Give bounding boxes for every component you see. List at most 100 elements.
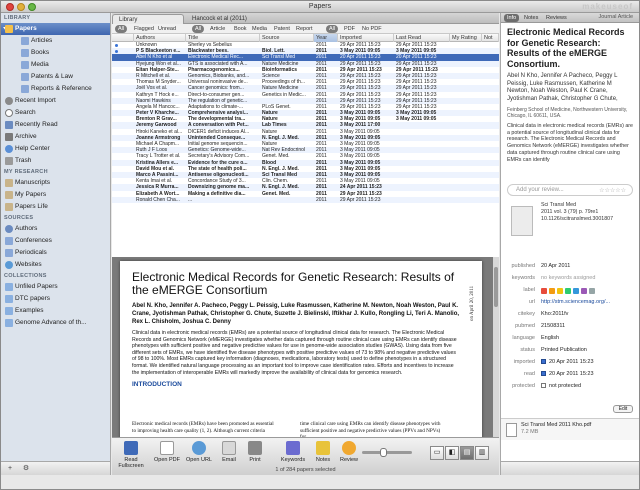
view-pdf-button[interactable]: ▤ <box>460 446 474 460</box>
tab-info[interactable]: Info <box>504 14 520 22</box>
attached-file[interactable]: Sci Transl Med 2011 Kho.pdf 7.2 MB <box>501 418 639 440</box>
filter-report[interactable]: Report <box>296 25 313 33</box>
sidebar-item-examples[interactable]: Examples <box>1 305 110 317</box>
label-orange[interactable] <box>549 288 555 294</box>
sidebar-item-media[interactable]: Media <box>1 59 110 71</box>
filter-article[interactable]: Article <box>210 25 225 33</box>
sidebar-item-archive[interactable]: Archive <box>1 131 110 143</box>
tab-reviews[interactable]: Reviews <box>543 14 570 22</box>
sidebar-item-reports[interactable]: Reports & Reference <box>1 83 110 95</box>
sidebar-item-recently-read[interactable]: Recently Read <box>1 119 110 131</box>
col-source[interactable]: Source <box>260 34 314 42</box>
review-field[interactable]: Add your review... ☆☆☆☆☆ <box>507 184 633 196</box>
sidebar-item-books[interactable]: Books <box>1 47 110 59</box>
label-yellow[interactable] <box>557 288 563 294</box>
filter-pdf[interactable]: PDF <box>344 25 355 33</box>
label-red[interactable] <box>541 288 547 294</box>
cell-year: 2011 <box>316 196 327 203</box>
sidebar-item-genome[interactable]: Genome Advance of th... <box>1 317 110 329</box>
filter-book[interactable]: Book <box>234 25 247 33</box>
filter-media[interactable]: Media <box>252 25 267 33</box>
paper-intro-heading: INTRODUCTION <box>132 381 182 389</box>
help-icon <box>5 145 13 153</box>
sidebar-item-articles[interactable]: Articles <box>1 35 110 47</box>
tab-library[interactable]: Library <box>112 14 184 24</box>
print-button[interactable]: Print <box>240 441 270 463</box>
label-purple[interactable] <box>581 288 587 294</box>
filter-all[interactable]: All <box>115 25 128 33</box>
read-checkbox[interactable] <box>541 371 546 377</box>
watermark: makeuseof <box>582 2 633 11</box>
label-gray[interactable] <box>589 288 595 294</box>
read-fullscreen-button[interactable]: Read Fullscreen <box>116 441 146 469</box>
sidebar-item-papers-life[interactable]: Papers Life <box>1 201 110 213</box>
sidebar-item-unfiled[interactable]: Unfiled Papers <box>1 281 110 293</box>
col-year[interactable]: Year <box>314 34 338 42</box>
review-button[interactable]: Review <box>334 441 364 463</box>
col-notes[interactable]: Not <box>482 34 499 42</box>
add-collection-button[interactable]: + <box>3 464 17 474</box>
view-columns-button[interactable]: ▥ <box>475 446 489 460</box>
sidebar-item-trash[interactable]: Trash <box>1 155 110 167</box>
view-split-button[interactable]: ◧ <box>445 446 459 460</box>
sidebar-item-my-papers[interactable]: My Papers <box>1 189 110 201</box>
tab-document[interactable]: Hancock et al (2011) <box>186 14 253 24</box>
journal-volume: 2011 vol. 3 (79) p. 79re1 <box>541 209 599 215</box>
sidebar-item-help-center[interactable]: Help Center <box>1 143 110 155</box>
filter-all-files[interactable]: All <box>326 25 339 33</box>
sidebar-item-periodicals[interactable]: Periodicals <box>1 247 110 259</box>
sidebar-item-websites[interactable]: Websites <box>1 259 110 271</box>
table-row[interactable]: Ronald Chen Cha...... 2011 29 Apr 2011 15:… <box>112 196 499 203</box>
zoom-slider[interactable] <box>362 448 412 457</box>
journal-meta: Sci Transl Med 2011 vol. 3 (79) p. 79re1… <box>541 202 613 223</box>
papers-icon <box>5 25 13 33</box>
app-window: Papers makeuseof LIBRARY Papers Articles… <box>0 0 640 490</box>
view-list-button[interactable]: ▭ <box>430 446 444 460</box>
pencil-icon <box>316 441 330 455</box>
col-authors[interactable]: Authors <box>134 34 186 42</box>
article-icon <box>21 37 29 45</box>
sidebar-item-recent-import[interactable]: Recent Import <box>1 95 110 107</box>
sidebar-item-dtc[interactable]: DTC papers <box>1 293 110 305</box>
sidebar-item-search[interactable]: Search <box>1 107 110 119</box>
label-green[interactable] <box>565 288 571 294</box>
folder-icon <box>5 295 13 303</box>
col-status[interactable] <box>112 34 134 42</box>
viewer-scrollbar[interactable] <box>493 257 499 437</box>
filter-unread[interactable]: Unread <box>158 25 176 33</box>
zoom-slider-knob[interactable] <box>380 448 387 457</box>
col-last-read[interactable]: Last Read <box>394 34 450 42</box>
col-imported[interactable]: Imported <box>338 34 394 42</box>
field-url: url http://stm.sciencemag.org/... <box>528 299 611 305</box>
filter-all-types[interactable]: All <box>192 25 205 33</box>
gear-icon[interactable]: ⚙ <box>19 464 33 474</box>
open-url-button[interactable]: Open URL <box>184 441 214 463</box>
label-blue[interactable] <box>573 288 579 294</box>
pdf-viewer[interactable]: Electronic Medical Records for Genetic R… <box>112 257 499 437</box>
field-status: status Printed Publication <box>520 347 587 353</box>
edit-button[interactable]: Edit <box>613 405 633 413</box>
protected-checkbox[interactable] <box>541 383 546 389</box>
sidebar-item-manuscripts[interactable]: Manuscripts <box>1 177 110 189</box>
col-rating[interactable]: My Rating <box>450 34 482 42</box>
trash-icon <box>5 157 13 165</box>
table-body: Unknown Sherley vs Sebelius 2011 29 Apr 201… <box>112 42 499 203</box>
tab-notes[interactable]: Notes <box>521 14 541 22</box>
authors-icon <box>5 225 13 233</box>
sidebar-item-authors[interactable]: Authors <box>1 223 110 235</box>
scroll-thumb[interactable] <box>494 267 498 307</box>
sidebar-item-papers[interactable]: Papers <box>1 23 110 35</box>
inspector-abstract: Clinical data in electronic medical reco… <box>507 123 633 163</box>
open-pdf-button[interactable]: Open PDF <box>152 441 182 463</box>
item-type-label: Journal Article <box>598 14 633 20</box>
col-title[interactable]: Title <box>186 34 260 42</box>
filter-patent[interactable]: Patent <box>274 25 290 33</box>
rating-stars[interactable]: ☆☆☆☆☆ <box>599 186 626 196</box>
folder-icon <box>5 307 13 315</box>
sidebar-item-conferences[interactable]: Conferences <box>1 235 110 247</box>
keywords-button[interactable]: Keywords <box>278 441 308 463</box>
filter-no-pdf[interactable]: No PDF <box>362 25 382 33</box>
imported-checkbox[interactable] <box>541 359 546 365</box>
filter-flagged[interactable]: Flagged <box>134 25 154 33</box>
sidebar-item-patents[interactable]: Patents & Law <box>1 71 110 83</box>
